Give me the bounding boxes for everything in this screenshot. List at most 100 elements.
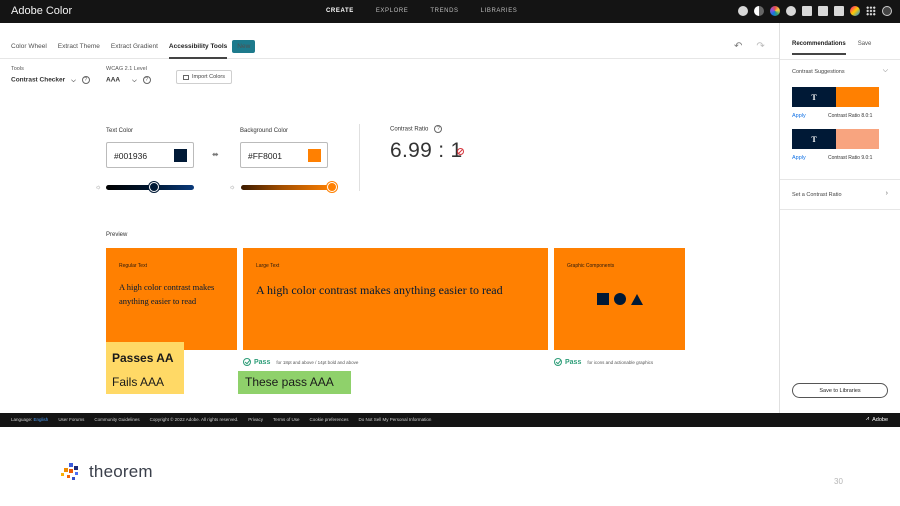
creative-cloud-icon[interactable] [882,6,892,16]
tab-extract-theme[interactable]: Extract Theme [58,43,100,50]
chevron-down-icon: ⌵ [132,77,137,84]
nav-create[interactable]: CREATE [326,8,354,14]
background-color-swatch[interactable] [308,149,321,162]
chevron-right-icon[interactable]: › [886,190,888,197]
suggestion-2-swatch[interactable]: T [792,129,879,149]
square-icon [597,293,609,305]
import-colors-button[interactable]: Import Colors [176,70,232,84]
pass-label: Pass [254,358,271,366]
footer-links: Language: English User Forums Community … [11,417,431,422]
card-label: Graphic Components [567,263,615,269]
background-brightness-slider[interactable] [241,185,332,190]
text-color-swatch[interactable] [174,149,187,162]
top-nav: CREATE EXPLORE TRENDS LIBRARIES [326,8,539,14]
help-icon[interactable]: ? [434,125,443,133]
adobe-logo-icon: ⩘ [865,416,870,422]
feedback-icon[interactable] [802,6,812,16]
background-slider-handle[interactable] [327,182,337,192]
pass-description: for 18pt and above / 14pt bold and above [276,359,359,365]
suggestion-1-swatch[interactable]: T [792,87,879,107]
suggestion-text-sample: T [792,129,836,149]
set-contrast-ratio[interactable]: Set a Contrast Ratio [792,192,842,198]
notification-icon[interactable] [834,6,844,16]
card-label: Regular Text [119,263,147,269]
tools-dropdown-value: Contrast Checker [11,76,66,84]
help-icon[interactable] [786,6,796,16]
graphic-shapes [597,293,643,305]
app-grid-icon[interactable] [866,6,876,16]
tools-dropdown[interactable]: Contrast Checker ⌵? [11,76,90,85]
graphics-pass: Pass for icons and actionable graphics [554,358,653,366]
wcag-dropdown[interactable]: AAA ⌵? [106,76,151,85]
footer-link-forums[interactable]: User Forums [58,417,84,422]
nav-explore[interactable]: EXPLORE [376,8,409,14]
language-selector[interactable]: Language: English [11,417,48,422]
wcag-label: WCAG 2.1 Level [106,66,147,72]
tab-extract-gradient[interactable]: Extract Gradient [111,43,158,50]
mobile-icon[interactable] [818,6,828,16]
panel-tabs: Recommendations Save [792,41,872,55]
footer: Language: English User Forums Community … [0,413,900,427]
new-badge: New [232,40,256,53]
preview-large-text: Large Text A high color contrast makes a… [243,248,548,350]
annotation-these-pass: These pass AAA [238,371,351,394]
footer-link-terms[interactable]: Terms of Use [273,417,300,422]
language-value: English [33,417,49,422]
tab-recommendations[interactable]: Recommendations [792,41,846,55]
apply-suggestion-1[interactable]: Apply [792,113,806,119]
nav-trends[interactable]: TRENDS [430,8,458,14]
background-color-hex: #FF8001 [248,151,283,161]
card-sample-text: A high color contrast makes anything eas… [256,283,503,297]
nav-libraries[interactable]: LIBRARIES [481,8,518,14]
top-icons [738,6,892,16]
tab-save[interactable]: Save [858,41,872,47]
wcag-dropdown-value: AAA [106,76,121,84]
footer-link-do-not-sell[interactable]: Do Not Sell My Personal Information [359,417,432,422]
footer-link-privacy[interactable]: Privacy [248,417,263,422]
color-wheel-icon[interactable] [770,6,780,16]
brightness-icon: ☼ [95,184,102,191]
swap-colors-icon[interactable]: ⬌ [212,150,219,159]
undo-icon[interactable]: ↶ [734,41,742,52]
tab-color-wheel[interactable]: Color Wheel [11,43,47,50]
tools-label: Tools [11,66,24,72]
preview-graphic-components: Graphic Components [554,248,685,350]
adobe-brand: ⩘ Adobe [866,416,888,423]
tool-tabs-bar: Color Wheel Extract Theme Extract Gradie… [0,23,779,59]
chevron-down-icon: ⌵ [71,77,76,84]
apply-suggestion-2[interactable]: Apply [792,155,806,161]
divider [780,59,900,60]
check-icon [554,358,562,366]
contrast-icon[interactable] [754,6,764,16]
suggestion-text-sample: T [792,87,836,107]
tab-accessibility-tools[interactable]: Accessibility Tools [168,43,228,59]
contrast-ratio-label: Contrast Ratio? [390,125,443,133]
text-color-field[interactable]: #001936 [106,142,194,168]
footer-link-guidelines[interactable]: Community Guidelines [94,417,139,422]
divider [780,179,900,180]
tool-tabs: Color Wheel Extract Theme Extract Gradie… [11,40,266,59]
pass-label: Pass [565,358,582,366]
gear-icon[interactable] [738,6,748,16]
circle-icon [614,293,626,305]
triangle-icon [631,293,643,305]
save-to-libraries-button[interactable]: Save to Libraries [792,383,888,398]
redo-icon[interactable]: ↷ [756,41,764,52]
card-sample-text: A high color contrast makes anything eas… [119,282,215,306]
divider [359,124,360,191]
divider [780,209,900,210]
avatar[interactable] [850,6,860,16]
import-colors-label: Import Colors [191,74,225,80]
recommendations-panel: Recommendations Save Contrast Suggestion… [779,23,900,413]
theorem-logo-icon [61,463,78,480]
top-bar: Adobe Color CREATE EXPLORE TRENDS LIBRAR… [0,0,900,23]
help-icon[interactable]: ? [81,76,90,84]
chevron-down-icon[interactable]: ⌵ [883,67,888,75]
footer-link-cookies[interactable]: Cookie preferences [310,417,349,422]
check-icon [243,358,251,366]
help-icon[interactable]: ? [142,76,151,84]
background-color-field[interactable]: #FF8001 [240,142,328,168]
annotation-regular-text: Passes AA Fails AAA [106,342,184,394]
adobe-brand-text: Adobe [872,416,888,423]
text-slider-handle[interactable] [149,182,160,192]
